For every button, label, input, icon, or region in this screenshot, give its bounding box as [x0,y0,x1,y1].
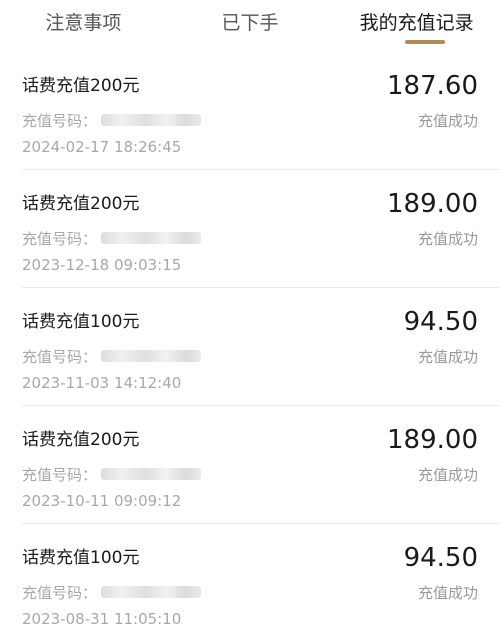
phone-number-mask [101,586,202,598]
phone-number-mask [101,468,202,480]
tab-underline [230,40,270,44]
phone-number-mask [101,114,202,126]
record-title: 话费充值200元 [22,430,140,450]
record-amount: 189.00 [387,189,478,219]
record-phone-row: 充值号码： [22,226,202,250]
phone-number-mask [101,232,202,244]
record-phone-label: 充值号码： [22,583,98,602]
record-phone-row: 充值号码： [22,580,202,604]
record-time: 2023-08-31 11:05:10 [22,610,182,628]
list-item[interactable]: 话费充值200元 187.60 充值号码： 充值成功 2024-02-17 18… [22,52,500,170]
record-phone-label: 充值号码： [22,347,98,366]
tab-my-recharge-records-label: 我的充值记录 [359,12,474,34]
list-item[interactable]: 话费充值200元 189.00 充值号码： 充值成功 2023-10-11 09… [22,406,500,524]
record-title: 话费充值200元 [22,194,140,214]
list-item[interactable]: 话费充值100元 94.50 充值号码： 充值成功 2023-11-03 14:… [22,288,500,406]
record-title: 话费充值100元 [22,312,140,332]
tab-ordered[interactable]: 已下手 [167,0,334,46]
record-time: 2023-10-11 09:09:12 [22,492,182,510]
record-amount: 189.00 [387,425,478,455]
record-status: 充值成功 [417,230,478,248]
record-status: 充值成功 [417,348,478,366]
record-status: 充值成功 [417,466,478,484]
record-time: 2023-11-03 14:12:40 [22,374,182,392]
tab-notes[interactable]: 注意事项 [0,0,167,46]
record-amount: 187.60 [387,71,478,101]
tab-active-underline [404,40,445,44]
record-status: 充值成功 [417,112,478,130]
record-phone-row: 充值号码： [22,344,202,368]
tab-bar: 注意事项 已下手 我的充值记录 [0,0,500,46]
record-status: 充值成功 [417,584,478,602]
record-phone-row: 充值号码： [22,108,202,132]
list-item[interactable]: 话费充值200元 189.00 充值号码： 充值成功 2023-12-18 09… [22,170,500,288]
phone-number-mask [101,350,202,362]
record-time: 2023-12-18 09:03:15 [22,256,182,274]
tab-ordered-label: 已下手 [221,12,279,34]
record-phone-label: 充值号码： [22,229,98,248]
list-item[interactable]: 话费充值100元 94.50 充值号码： 充值成功 2023-08-31 11:… [22,524,500,642]
record-phone-label: 充值号码： [22,465,98,484]
tab-notes-label: 注意事项 [45,12,122,34]
record-amount: 94.50 [403,543,478,573]
record-title: 话费充值100元 [22,548,140,568]
record-phone-label: 充值号码： [22,111,98,130]
record-phone-row: 充值号码： [22,462,202,486]
tab-underline [63,40,104,44]
record-time: 2024-02-17 18:26:45 [22,138,182,156]
tab-my-recharge-records[interactable]: 我的充值记录 [333,0,500,46]
record-amount: 94.50 [403,307,478,337]
recharge-record-list: 话费充值200元 187.60 充值号码： 充值成功 2024-02-17 18… [0,52,500,642]
record-title: 话费充值200元 [22,76,140,96]
